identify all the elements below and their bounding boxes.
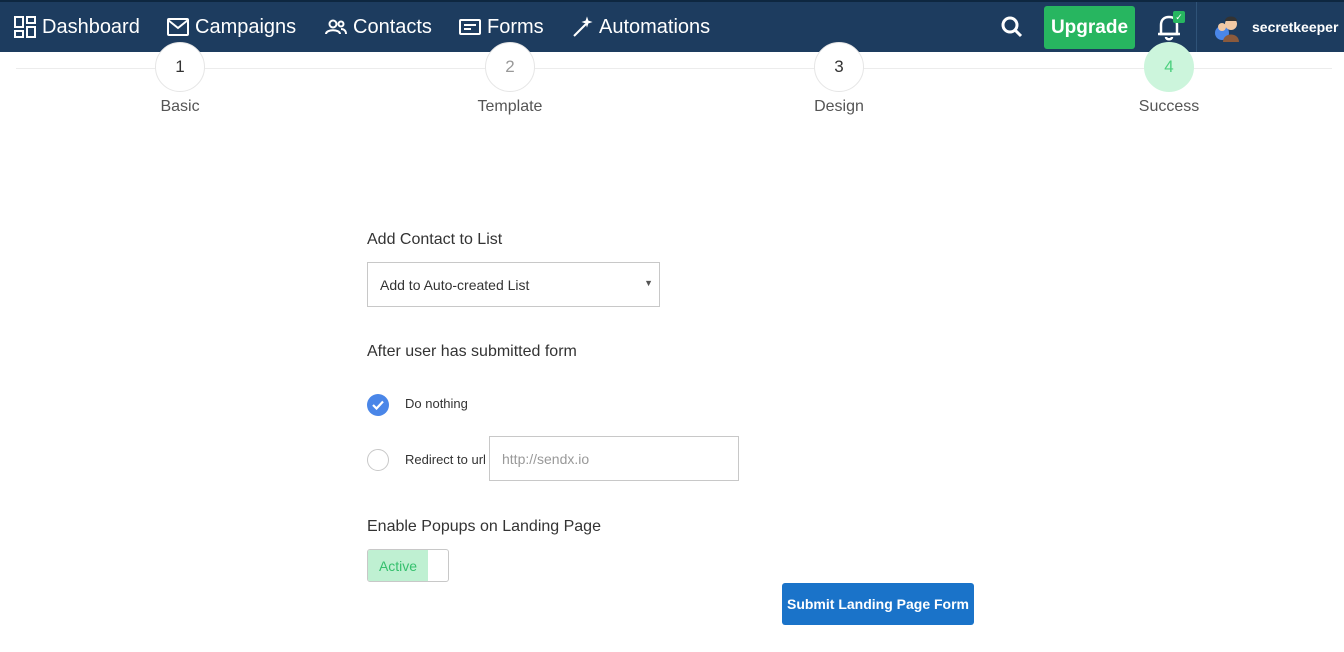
nav-contacts-label: Contacts	[353, 15, 432, 38]
caret-down-icon: ▼	[644, 278, 653, 288]
form-icon	[459, 19, 481, 35]
avatar	[1215, 16, 1239, 42]
step-label: Template	[477, 98, 543, 115]
step-number: 2	[485, 42, 535, 92]
nav-automations-label: Automations	[599, 15, 711, 38]
magic-wand-icon	[573, 16, 593, 37]
nav-campaigns-label: Campaigns	[195, 15, 297, 38]
notification-check-icon: ✓	[1173, 11, 1185, 23]
check-icon	[372, 400, 384, 410]
nav-forms-label: Forms	[487, 15, 544, 38]
nav-dashboard-label: Dashboard	[42, 15, 140, 38]
nav-automations[interactable]: Automations	[571, 2, 710, 52]
contact-list-selected-value: Add to Auto-created List	[380, 276, 530, 293]
step-label: Design	[814, 98, 864, 115]
step-template[interactable]: 2 Template	[450, 42, 570, 116]
redirect-label: Redirect to url	[405, 452, 486, 467]
add-contact-list-label: Add Contact to List	[367, 231, 503, 248]
step-number: 3	[814, 42, 864, 92]
after-submit-label: After user has submitted form	[367, 343, 577, 360]
user-menu[interactable]: secretkeeper	[1212, 2, 1344, 52]
dashboard-icon	[14, 16, 36, 38]
step-basic[interactable]: 1 Basic	[120, 42, 240, 116]
enable-popups-label: Enable Popups on Landing Page	[367, 518, 601, 535]
envelope-icon	[167, 18, 189, 36]
step-label: Basic	[160, 98, 200, 115]
nav-contacts[interactable]: Contacts	[325, 2, 432, 52]
step-design[interactable]: 3 Design	[779, 42, 899, 116]
search-icon	[1001, 16, 1023, 38]
popups-toggle[interactable]: Active	[367, 549, 449, 582]
do-nothing-radio[interactable]	[367, 394, 389, 416]
username: secretkeeper	[1252, 19, 1339, 35]
step-number: 1	[155, 42, 205, 92]
submit-landing-page-button[interactable]: Submit Landing Page Form	[782, 583, 974, 625]
step-label: Success	[1138, 98, 1200, 115]
redirect-url-input[interactable]	[489, 436, 739, 481]
contact-list-select[interactable]: Add to Auto-created List ▼	[367, 262, 660, 307]
popups-toggle-state: Active	[368, 550, 428, 581]
do-nothing-label: Do nothing	[405, 396, 468, 411]
search-button[interactable]	[999, 14, 1025, 40]
step-success[interactable]: 4 Success	[1109, 42, 1229, 116]
users-icon	[325, 19, 347, 35]
redirect-radio[interactable]	[367, 449, 389, 471]
step-number: 4	[1144, 42, 1194, 92]
